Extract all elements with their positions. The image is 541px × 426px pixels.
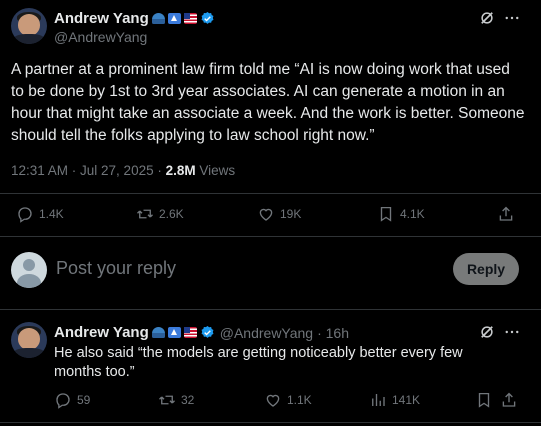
more-options-icon[interactable]: [503, 9, 521, 32]
tweet-timestamp[interactable]: 12:31 AM · Jul 27, 2025 ·: [11, 163, 166, 178]
blue-hat-emoji: [151, 327, 165, 338]
composer-avatar: [11, 252, 47, 288]
reply-author-avatar[interactable]: [11, 322, 47, 358]
repost-icon: [159, 395, 175, 405]
reply-icon: [18, 207, 32, 223]
reply-bookmark-action[interactable]: [475, 391, 493, 409]
tweet-meta: 12:31 AM · Jul 27, 2025 · 2.8M Views: [11, 163, 235, 178]
reply-count: 1.4K: [39, 207, 64, 221]
us-flag-emoji: [183, 13, 197, 24]
repost-action[interactable]: 2.6K: [136, 205, 184, 223]
divider: [0, 193, 541, 194]
share-icon: [502, 392, 516, 407]
bookmark-icon: [478, 392, 490, 408]
reply-repost-action[interactable]: 32: [158, 391, 194, 409]
divider: [0, 309, 541, 310]
reply-share-action[interactable]: [500, 391, 518, 409]
reply-age[interactable]: · 16h: [317, 325, 349, 341]
verified-badge-icon: [201, 325, 214, 338]
divider: [0, 422, 541, 423]
author-name[interactable]: Andrew Yang: [54, 10, 149, 27]
bookmark-action[interactable]: 4.1K: [377, 205, 425, 223]
up-arrow-emoji: [167, 13, 181, 24]
views-label: Views: [195, 163, 236, 178]
grok-icon[interactable]: [478, 323, 496, 346]
author-handle[interactable]: @AndrewYang: [54, 29, 147, 45]
divider: [0, 236, 541, 237]
us-flag-emoji: [183, 327, 197, 338]
reply-action[interactable]: 1.4K: [16, 205, 64, 223]
verified-badge-icon: [201, 11, 214, 24]
like-action[interactable]: 19K: [257, 205, 301, 223]
views-count: 141K: [392, 393, 421, 407]
reply-button[interactable]: Reply: [453, 253, 519, 285]
heart-icon: [266, 394, 280, 407]
repost-count: 2.6K: [159, 207, 184, 221]
reply-reply-action[interactable]: 59: [54, 391, 90, 409]
grok-icon[interactable]: [478, 9, 496, 32]
author-avatar[interactable]: [11, 8, 47, 44]
tweet-text: A partner at a prominent law firm told m…: [11, 61, 525, 144]
author-name-row: Andrew Yang: [54, 10, 215, 27]
up-arrow-emoji: [167, 327, 181, 338]
reply-views-action[interactable]: 141K: [369, 391, 420, 409]
reply-input[interactable]: Post your reply: [56, 258, 176, 279]
blue-hat-emoji: [151, 13, 165, 24]
share-icon: [499, 206, 513, 221]
reply-like-action[interactable]: 1.1K: [264, 391, 312, 409]
bookmark-icon: [380, 206, 392, 222]
reply-count: 59: [77, 393, 91, 407]
repost-icon: [137, 209, 153, 219]
views-count: 2.8M: [165, 163, 196, 178]
reply-icon: [56, 393, 70, 409]
like-count: 1.1K: [287, 393, 312, 407]
bookmark-count: 4.1K: [400, 207, 425, 221]
views-chart-icon: [372, 394, 385, 406]
reply-author-handle[interactable]: @AndrewYang: [220, 325, 313, 341]
share-action[interactable]: [497, 205, 515, 223]
like-count: 19K: [280, 207, 302, 221]
more-options-icon[interactable]: [503, 323, 521, 346]
heart-icon: [259, 208, 273, 221]
reply-author-row: Andrew Yang @AndrewYang · 16h: [54, 324, 349, 341]
repost-count: 32: [181, 393, 195, 407]
reply-author-name[interactable]: Andrew Yang: [54, 324, 149, 341]
reply-text: He also said “the models are getting not…: [54, 345, 463, 380]
